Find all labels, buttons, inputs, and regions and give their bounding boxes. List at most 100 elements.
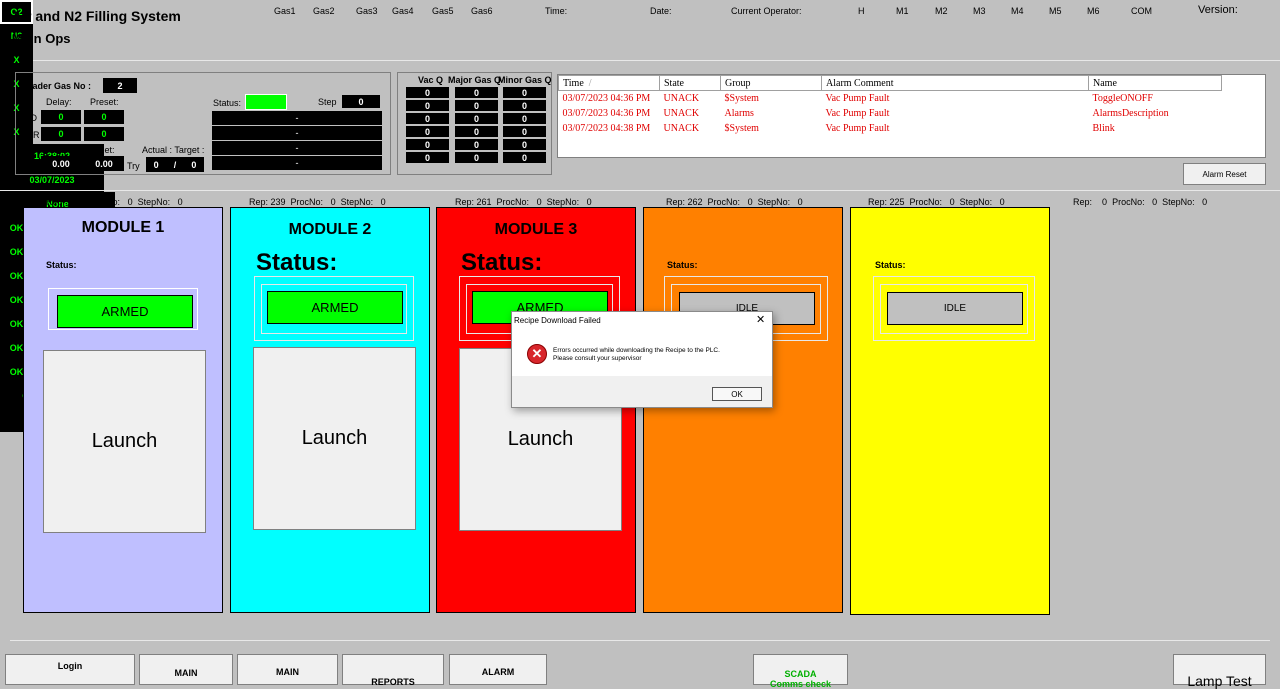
status-m5-label: M5 (1049, 6, 1062, 16)
date-label: Date: (650, 6, 672, 16)
time-label: Time: (545, 6, 568, 16)
queue-cell: 0 (503, 152, 546, 163)
pr-label: PR. (25, 161, 41, 171)
queue-cell: 0 (406, 100, 449, 111)
module-3-status-label: Status: (461, 249, 543, 276)
operator-label: Current Operator: (731, 6, 802, 16)
queue-cell: 0 (503, 139, 546, 150)
scada-comms-button[interactable]: SCADA Comms check (753, 654, 848, 689)
try-box: 0 / 0 (146, 157, 204, 172)
target-label: Target: (87, 145, 115, 155)
dialog-message-2: Please consult your supervisor (553, 355, 642, 362)
queue-cell: 0 (455, 139, 498, 150)
alarm-col-time[interactable]: Time / (558, 75, 660, 91)
module-1-title: MODULE 1 (81, 219, 165, 236)
alarm-col-state[interactable]: State (659, 75, 721, 91)
status-h-label: H (858, 6, 865, 16)
module-5-state: IDLE (887, 292, 1023, 325)
wd-label: WD (22, 113, 37, 123)
status-com-label: COM (1131, 6, 1152, 16)
queue-cell: 0 (406, 113, 449, 124)
status-label: Status: (213, 98, 242, 108)
alarm-col-comment[interactable]: Alarm Comment (821, 75, 1089, 91)
try-actual: 0 (153, 159, 159, 170)
module-5-status-label: Status: (875, 260, 906, 270)
module6-rep-line: Rep: 0 ProcNo: 0 StepNo: 0 (1073, 197, 1208, 207)
alarm-col-group[interactable]: Group (720, 75, 822, 91)
gas6-label: Gas6 (471, 6, 493, 16)
login-button[interactable]: Login (5, 654, 135, 685)
module-4-status-label: Status: (667, 260, 698, 270)
queue-panel: Vac Q Major Gas Q Minor Gas Q 0000000000… (397, 72, 552, 175)
message-line-3: - (212, 141, 382, 155)
module-1-state: ARMED (57, 295, 193, 328)
module4-rep-line: Rep: 262 ProcNo: 0 StepNo: 0 (666, 197, 803, 207)
dialog-close-button[interactable]: ✕ (756, 313, 765, 326)
module5-rep-line: Rep: 225 ProcNo: 0 StepNo: 0 (868, 197, 1005, 207)
scada-sublabel: Comms check (769, 679, 832, 689)
module-3-title: MODULE 3 (494, 221, 578, 238)
dialog-message-1: Errors occurred while downloading the Re… (553, 347, 720, 354)
delay-label: Delay: (46, 97, 72, 107)
lamp-test-button[interactable]: Lamp Test (1173, 654, 1266, 689)
dialog-ok-button[interactable]: OK (712, 387, 762, 401)
status-m6-label: M6 (1087, 6, 1100, 16)
module-2-status-label: Status: (256, 249, 338, 276)
header-bar: Air and N2 Filling System Main Ops Gas1 … (0, 0, 1280, 432)
queue-cell: 0 (406, 126, 449, 137)
gas1-label: Gas1 (274, 6, 296, 16)
tmr-delay: 0 (41, 127, 81, 141)
pr-target: 0.00 (84, 156, 124, 171)
table-row[interactable]: 03/07/2023 04:36 PM UNACK $System Vac Pump … (559, 91, 1222, 107)
tmr-label: TMR (20, 130, 40, 140)
queue-cell: 0 (406, 139, 449, 150)
error-dialog: Recipe Download Failed ✕ ✕ Errors occurr… (511, 311, 773, 408)
module-1-launch-button[interactable]: Launch (43, 350, 206, 533)
current-label: Current: (43, 145, 76, 155)
divider-bottom (10, 640, 1270, 641)
pr-current: 0.00 (41, 156, 81, 171)
table-row[interactable]: 03/07/2023 04:36 PM UNACK Alarms Vac Pump F… (559, 106, 1222, 121)
try-separator: / (173, 159, 177, 170)
alarm-col-name[interactable]: Name (1088, 75, 1222, 91)
queue-cell: 0 (455, 126, 498, 137)
tmr-preset: 0 (84, 127, 124, 141)
status-indicator (245, 94, 287, 110)
queue-cell: 0 (503, 113, 546, 124)
alarm-button[interactable]: ALARM (449, 654, 547, 685)
gas4-label: Gas4 (392, 6, 414, 16)
actual-target-label: Actual : Target : (142, 145, 205, 155)
reports-button[interactable]: REPORTS (342, 654, 444, 687)
queue-cell: 0 (503, 87, 546, 98)
module2-rep-line: Rep: 239 ProcNo: 0 StepNo: 0 (249, 197, 386, 207)
table-row[interactable]: 03/07/2023 04:38 PM UNACK $System Vac Pump … (559, 121, 1222, 136)
status-m1-label: M1 (896, 6, 909, 16)
app-subtitle: Main Ops (12, 31, 71, 46)
alarm-list: Time / State Group Alarm Comment Name 03… (557, 74, 1266, 158)
vac-q-header: Vac Q (418, 75, 444, 85)
header-gas-value: 2 (103, 78, 137, 93)
step-label: Step (318, 97, 337, 107)
main-button-2[interactable]: MAIN (237, 654, 338, 685)
module1-rep-line: Rep: 250 ProcNo: 0 StepNo: 0 (46, 197, 183, 207)
message-line-1: - (212, 111, 382, 125)
module-2-title: MODULE 2 (288, 221, 372, 238)
queue-cell: 0 (455, 100, 498, 111)
module-1-status-label: Status: (46, 260, 77, 270)
gas3-value: X (0, 48, 33, 72)
message-line-2: - (212, 126, 382, 140)
module-2-launch-button[interactable]: Launch (253, 347, 416, 530)
main-button-1[interactable]: MAIN (139, 654, 233, 685)
module3-rep-line: Rep: 261 ProcNo: 0 StepNo: 0 (455, 197, 592, 207)
queue-cell: 0 (455, 113, 498, 124)
status-m3-label: M3 (973, 6, 986, 16)
wd-delay: 0 (41, 110, 81, 124)
message-line-4: - (212, 156, 382, 170)
queue-cell: 0 (406, 87, 449, 98)
module-3-panel: MODULE 3 Status: ARMED Launch (436, 207, 636, 613)
status-m2-label: M2 (935, 6, 948, 16)
alarm-reset-button[interactable]: Alarm Reset (1183, 163, 1266, 185)
scada-label: SCADA (784, 669, 817, 679)
minor-gas-q-header: Minor Gas Q (498, 75, 552, 85)
try-target: 0 (191, 159, 197, 170)
